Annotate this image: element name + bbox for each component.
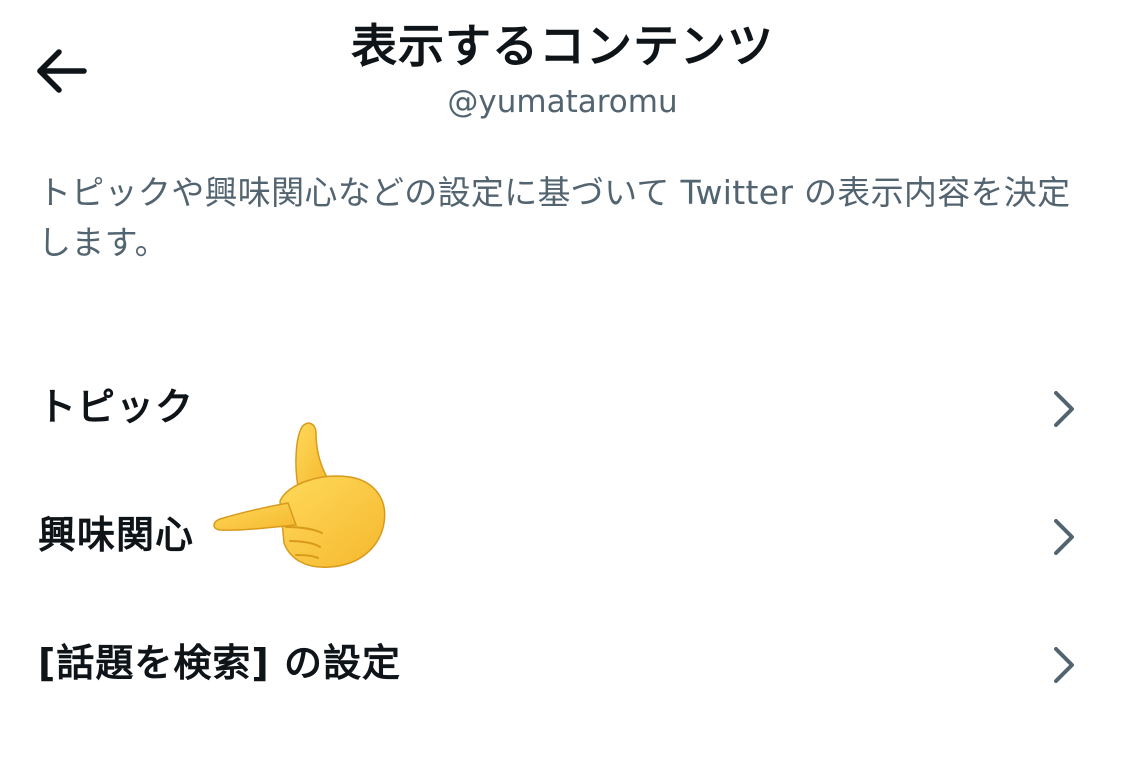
chevron-right-icon xyxy=(1054,519,1074,555)
menu-item-label: [話題を検索] の設定 xyxy=(38,641,401,685)
account-handle: @yumataromu xyxy=(447,84,678,120)
menu-item-label: 興味関心 xyxy=(38,513,195,557)
menu-item-interests[interactable]: 興味関心 xyxy=(0,473,1125,601)
header-bar: 表示するコンテンツ @yumataromu xyxy=(0,0,1125,140)
menu-item-label: トピック xyxy=(38,385,195,429)
settings-menu: トピック 興味関心 [話題を検索] の設定 xyxy=(0,345,1125,729)
chevron-right-icon xyxy=(1054,647,1074,683)
menu-item-explore-settings[interactable]: [話題を検索] の設定 xyxy=(0,601,1125,729)
page-description: トピックや興味関心などの設定に基づいて Twitter の表示内容を決定します。 xyxy=(38,173,1071,262)
menu-item-topics[interactable]: トピック xyxy=(0,345,1125,473)
pointing-hand-emoji-icon xyxy=(213,422,386,568)
chevron-right-icon xyxy=(1054,391,1074,427)
page-title: 表示するコンテンツ xyxy=(351,19,774,73)
